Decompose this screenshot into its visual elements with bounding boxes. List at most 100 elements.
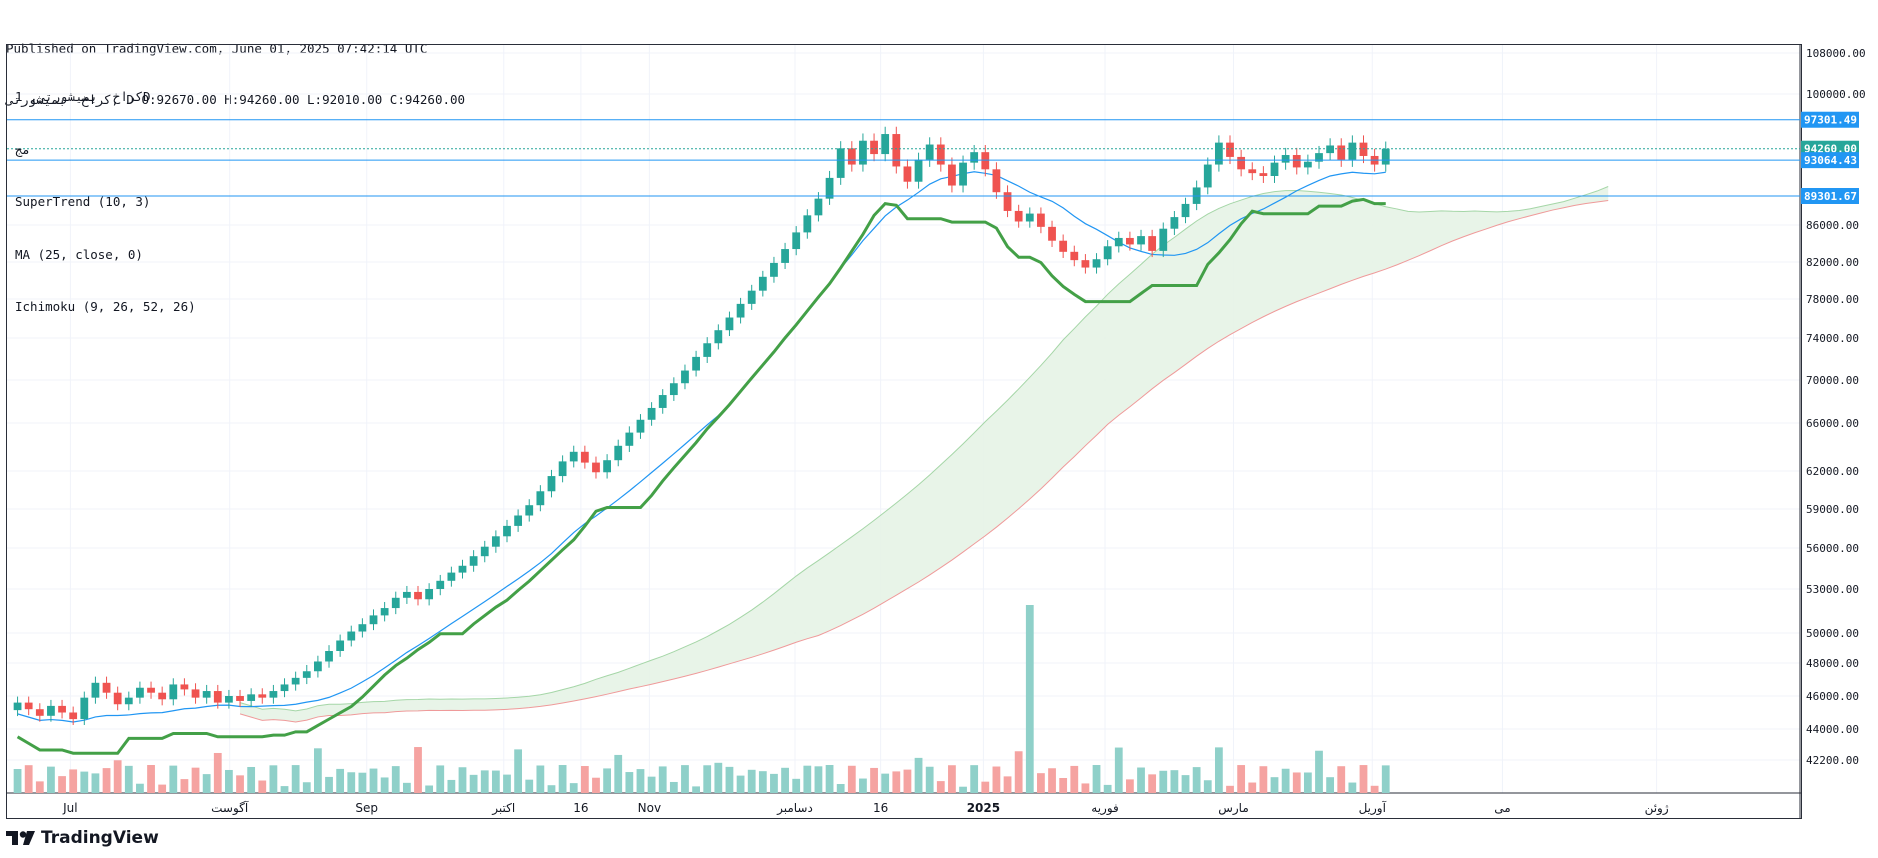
candle-body	[58, 705, 66, 713]
volume-bar	[1348, 782, 1357, 793]
candle-body	[1103, 246, 1112, 260]
volume-bar	[380, 777, 389, 793]
candle-body	[569, 451, 578, 462]
volume-bar	[213, 752, 222, 793]
candle-body	[1270, 162, 1279, 176]
y-tick-label: 74000.00	[1806, 332, 1859, 345]
y-tick-label: 100000.00	[1806, 88, 1866, 101]
y-tick-label: 59000.00	[1806, 503, 1859, 516]
candle-body	[258, 694, 267, 698]
candle-body	[113, 692, 122, 705]
volume-bar	[47, 766, 55, 793]
candle-body	[1203, 164, 1212, 188]
candle-body	[725, 317, 734, 331]
candle-body	[1226, 142, 1234, 157]
volume-bar	[1070, 765, 1079, 793]
candle-body	[647, 407, 656, 420]
tradingview-logo-icon	[6, 831, 35, 845]
volume-bar	[614, 754, 623, 793]
volume-bar	[714, 762, 723, 793]
volume-bar	[558, 765, 567, 793]
candle-body	[91, 682, 100, 698]
volume-bar	[1114, 747, 1123, 793]
candle-body	[1348, 142, 1357, 160]
x-tick-label: 2025	[967, 801, 1000, 815]
volume-bar	[124, 765, 133, 793]
candle-body	[636, 419, 645, 433]
legend-symbol[interactable]: كراخ بمیشورتی, 1D	[15, 88, 196, 106]
candle-body	[1359, 142, 1368, 156]
legend-ichimoku[interactable]: Ichimoku (9, 26, 52, 26)	[15, 298, 196, 316]
candle-body	[124, 697, 133, 705]
x-tick-label: دسامبر	[776, 801, 813, 816]
candle-body	[592, 462, 600, 473]
volume-bar	[603, 768, 611, 793]
volume-bar	[202, 774, 211, 793]
volume-bar	[1014, 751, 1023, 793]
volume-bar	[58, 776, 66, 793]
candle-body	[925, 144, 934, 160]
price-tag-label: 93064.43	[1804, 154, 1857, 167]
volume-bar	[1370, 785, 1379, 793]
legend-ma[interactable]: MA (25, close, 0)	[15, 246, 196, 264]
volume-bar	[681, 765, 689, 793]
candle-body	[380, 608, 389, 616]
x-tick-label: آوریل	[1359, 800, 1387, 816]
volume-bar	[1326, 777, 1335, 793]
candle-body	[714, 330, 723, 344]
candle-body	[970, 152, 979, 163]
volume-bar	[914, 757, 923, 793]
volume-bar	[514, 749, 523, 793]
y-tick-label: 70000.00	[1806, 374, 1859, 387]
volume-bar	[803, 765, 812, 793]
volume-bar	[1270, 777, 1279, 793]
candle-body	[681, 370, 689, 384]
candle-body	[69, 712, 78, 720]
candle-body	[1025, 213, 1034, 222]
candle-body	[792, 232, 801, 250]
volume-bar	[325, 776, 333, 793]
candle-body	[491, 536, 500, 547]
volume-bar	[703, 765, 712, 793]
volume-bar	[225, 769, 233, 793]
legend-supertrend[interactable]: SuperTrend (10, 3)	[15, 193, 196, 211]
volume-bar	[625, 772, 634, 793]
volume-bar	[547, 785, 556, 793]
x-tick-label: مارس	[1218, 801, 1249, 816]
candle-body	[1059, 240, 1068, 252]
y-tick-label: 78000.00	[1806, 293, 1859, 306]
volume-bar	[859, 778, 867, 793]
volume-bar	[1126, 779, 1134, 793]
candle-body	[992, 169, 1001, 193]
candle-body	[1170, 217, 1179, 229]
candle-body	[325, 651, 333, 662]
candle-body	[436, 580, 445, 589]
volume-bar	[113, 760, 122, 793]
candle-body	[1014, 210, 1023, 222]
candle-body	[269, 691, 278, 698]
price-chart[interactable]: 97301.4994260.0093064.4389301.67108000.0…	[0, 0, 1878, 858]
volume-bar	[1214, 747, 1223, 793]
candle-body	[225, 696, 233, 703]
volume-bar	[870, 767, 878, 793]
volume-bar	[91, 773, 100, 793]
ichimoku-cloud	[240, 186, 1609, 723]
volume-bar	[636, 769, 645, 793]
candle-body	[1070, 251, 1079, 261]
volume-bar	[692, 786, 700, 793]
volume-bar	[147, 765, 155, 793]
candle-body	[1259, 173, 1268, 176]
candle-body	[1181, 203, 1190, 218]
candle-body	[903, 166, 912, 182]
candle-body	[547, 476, 556, 492]
volume-bar	[458, 767, 467, 793]
volume-bar	[24, 765, 33, 793]
candle-body	[13, 702, 22, 711]
volume-bar	[369, 768, 378, 793]
tradingview-brand[interactable]: TradingView	[6, 828, 159, 848]
candle-body	[948, 164, 956, 186]
volume-bar	[525, 779, 534, 793]
volume-bar	[391, 766, 400, 793]
volume-bar	[1137, 767, 1145, 793]
candle-body	[1337, 145, 1346, 160]
